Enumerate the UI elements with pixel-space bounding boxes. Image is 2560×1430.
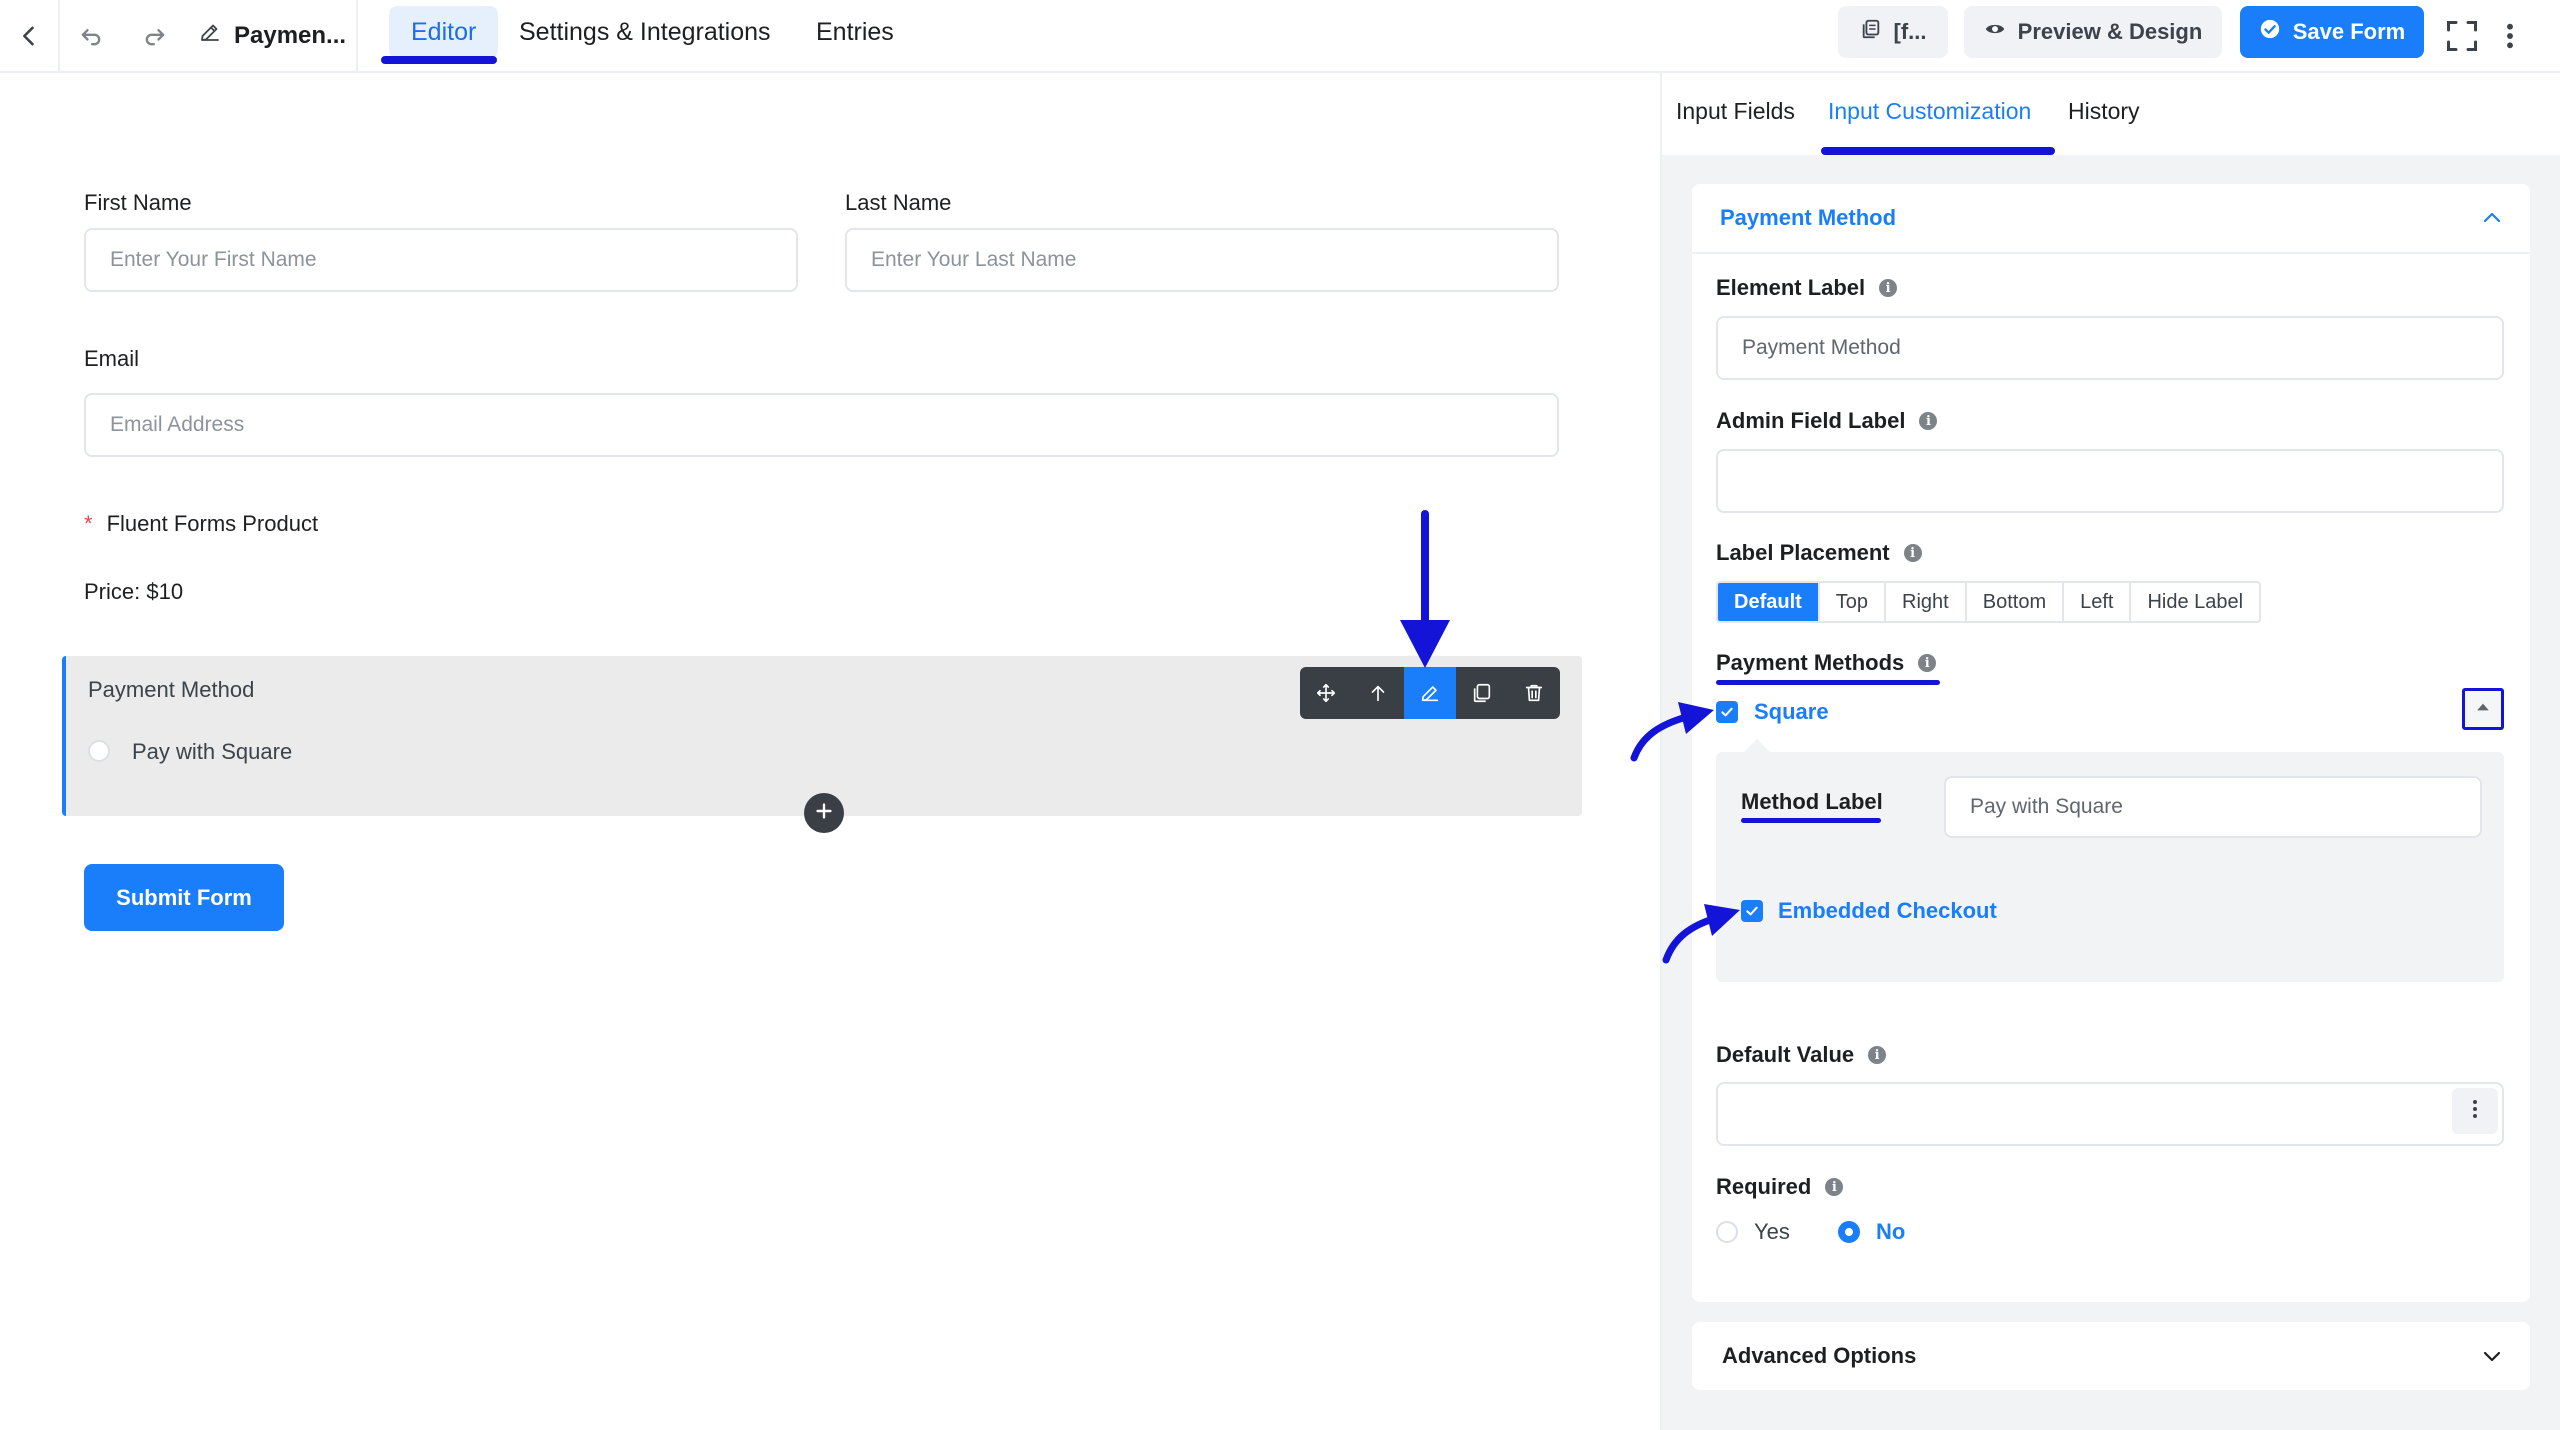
square-label[interactable]: Square [1754, 699, 1829, 725]
top-bar: Paymen... Editor Settings & Integrations… [0, 0, 2560, 73]
collapse-method-button[interactable] [2462, 688, 2504, 730]
tab-underline-annotation [1821, 147, 2055, 155]
tab-editor-underline-annotation [381, 56, 497, 64]
save-form-label: Save Form [2292, 19, 2406, 44]
label-placement-group: Default Top Right Bottom Left Hide Label [1716, 581, 2262, 623]
method-label-input[interactable]: Pay with Square [1944, 776, 2482, 838]
move-icon[interactable] [1300, 667, 1352, 719]
label-placement-title: Label Placement i [1716, 540, 1922, 566]
caret-up-icon [2473, 697, 2493, 722]
section-title: Payment Method [1720, 205, 1897, 230]
fullscreen-icon[interactable] [2438, 0, 2486, 71]
last-name-input[interactable]: Enter Your Last Name [845, 228, 1559, 292]
info-icon: i [1903, 544, 1922, 562]
payment-methods-text: Payment Methods [1716, 650, 1905, 675]
tab-settings-integrations[interactable]: Settings & Integrations [519, 6, 771, 58]
plus-icon [813, 800, 835, 827]
submit-form-button[interactable]: Submit Form [84, 864, 284, 931]
default-value-text: Default Value [1716, 1042, 1855, 1067]
redo-icon[interactable] [124, 0, 186, 71]
product-label-text: Fluent Forms Product [106, 511, 319, 536]
info-icon: i [1868, 1046, 1887, 1064]
preview-design-label: Preview & Design [2017, 19, 2203, 44]
placement-left[interactable]: Left [2064, 583, 2132, 621]
email-label: Email [84, 346, 140, 371]
required-mark: * [84, 511, 93, 536]
admin-field-label-input[interactable] [1716, 449, 2504, 513]
required-no-radio[interactable] [1838, 1221, 1860, 1243]
copy-icon [1860, 18, 1882, 46]
save-form-button[interactable]: Save Form [2240, 6, 2424, 58]
undo-icon[interactable] [60, 0, 122, 71]
chevron-up-icon[interactable] [2480, 206, 2504, 230]
add-field-button[interactable] [804, 793, 844, 833]
embedded-checkout-checkbox[interactable] [1741, 900, 1763, 922]
payment-methods-underline-annotation [1716, 680, 1940, 685]
check-circle-icon [2259, 18, 2281, 46]
chevron-down-icon[interactable] [2480, 1344, 2504, 1368]
required-title: Required i [1716, 1174, 1844, 1200]
advanced-options-title: Advanced Options [1722, 1343, 1917, 1368]
shortcode-text: [f... [1893, 19, 1927, 44]
last-name-label: Last Name [845, 190, 952, 215]
required-text: Required [1716, 1174, 1812, 1199]
info-icon: i [1918, 654, 1937, 672]
arrow-up-icon[interactable] [1352, 667, 1404, 719]
default-value-options-button[interactable] [2452, 1088, 2498, 1134]
required-no-label[interactable]: No [1876, 1219, 1905, 1245]
product-label: * Fluent Forms Product [84, 511, 318, 537]
eye-icon [1984, 18, 2006, 46]
embedded-checkout-label[interactable]: Embedded Checkout [1778, 898, 1997, 924]
advanced-options-card[interactable]: Advanced Options [1692, 1322, 2530, 1390]
divider [356, 0, 358, 71]
duplicate-icon[interactable] [1456, 667, 1508, 719]
first-name-label: First Name [84, 190, 192, 215]
form-title-text: Paymen... [234, 21, 347, 49]
method-label-underline-annotation [1741, 818, 1881, 823]
chevron-left-icon[interactable] [0, 0, 58, 71]
tab-editor[interactable]: Editor [389, 6, 499, 58]
payment-method-field-label: Payment Method [88, 677, 255, 702]
preview-design-button[interactable]: Preview & Design [1964, 6, 2222, 58]
kebab-icon [2463, 1097, 2487, 1126]
required-yes-radio[interactable] [1716, 1221, 1738, 1243]
edit-icon[interactable] [1404, 667, 1456, 719]
admin-field-label-title: Admin Field Label i [1716, 408, 1938, 434]
required-yes-label[interactable]: Yes [1754, 1219, 1790, 1245]
section-header[interactable]: Payment Method [1692, 184, 2530, 254]
element-label-text: Element Label [1716, 275, 1866, 300]
info-icon: i [1879, 279, 1898, 297]
element-label-input[interactable]: Payment Method [1716, 316, 2504, 380]
method-label-title: Method Label [1741, 789, 1883, 814]
default-value-title: Default Value i [1716, 1042, 1887, 1068]
admin-field-label-text: Admin Field Label [1716, 408, 1906, 433]
placement-hide-label[interactable]: Hide Label [2131, 583, 2259, 621]
email-input[interactable]: Email Address [84, 393, 1559, 457]
tab-input-customization[interactable]: Input Customization [1828, 98, 2031, 125]
trash-icon[interactable] [1508, 667, 1560, 719]
field-toolbar [1300, 667, 1560, 719]
info-icon: i [1919, 412, 1938, 430]
placement-top[interactable]: Top [1820, 583, 1887, 621]
tab-input-fields[interactable]: Input Fields [1676, 98, 1795, 125]
element-label-title: Element Label i [1716, 275, 1898, 301]
first-name-input[interactable]: Enter Your First Name [84, 228, 798, 292]
tab-history[interactable]: History [2068, 98, 2140, 125]
placement-default[interactable]: Default [1718, 583, 1820, 621]
shortcode-button[interactable]: [f... [1838, 6, 1948, 58]
default-value-input[interactable] [1716, 1082, 2504, 1146]
placement-right[interactable]: Right [1886, 583, 1967, 621]
info-icon: i [1825, 1178, 1844, 1196]
form-title[interactable]: Paymen... [198, 0, 346, 71]
kebab-icon[interactable] [2492, 0, 2528, 71]
label-placement-text: Label Placement [1716, 540, 1890, 565]
placement-bottom[interactable]: Bottom [1967, 583, 2065, 621]
product-price: Price: $10 [84, 579, 184, 604]
pay-with-square-label: Pay with Square [132, 739, 293, 764]
payment-methods-title: Payment Methods i [1716, 650, 1937, 676]
pencil-icon [198, 20, 222, 51]
tab-entries[interactable]: Entries [816, 6, 894, 58]
square-checkbox[interactable] [1716, 701, 1738, 723]
pay-with-square-radio[interactable] [88, 740, 110, 762]
